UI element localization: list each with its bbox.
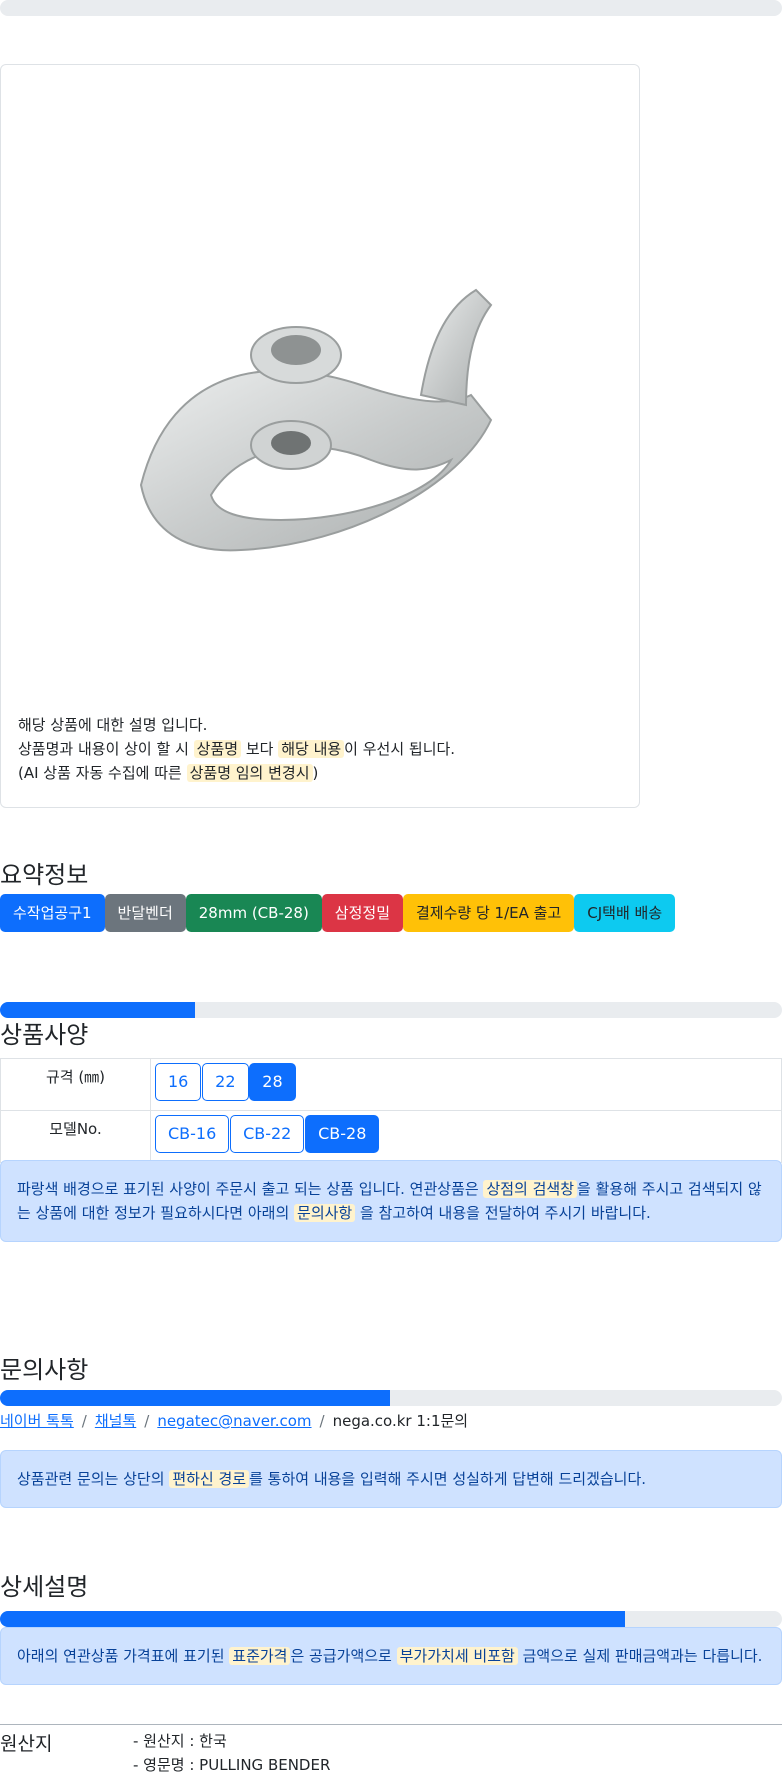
badge-size: 28mm (CB-28): [185, 894, 322, 932]
inquiry-progress-bar: [0, 1390, 782, 1406]
origin-label: 원산지: [0, 1733, 53, 1755]
separator: /: [144, 1412, 150, 1430]
badge-quantity: 결제수량 당 1/EA 출고: [403, 894, 575, 932]
text: (AI 상품 자동 수집에 따른: [18, 764, 187, 782]
detail-progress-bar: [0, 1611, 782, 1627]
option-28[interactable]: 28: [249, 1063, 296, 1101]
badge-type: 반달벤더: [104, 894, 186, 932]
option-16[interactable]: 16: [155, 1063, 202, 1101]
email-link[interactable]: negatec@naver.com: [157, 1412, 311, 1430]
highlight: 상점의 검색창: [483, 1180, 578, 1198]
spec-title: 상품사양: [0, 1021, 89, 1049]
badge-maker: 삼정정밀: [321, 894, 403, 932]
page: 해당 상품에 대한 설명 입니다. 상품명과 내용이 상이 할 시 상품명 보다…: [0, 0, 782, 1775]
highlight: 표준가격: [229, 1647, 291, 1665]
separator: /: [81, 1412, 87, 1430]
product-card: 해당 상품에 대한 설명 입니다. 상품명과 내용이 상이 할 시 상품명 보다…: [0, 64, 640, 808]
highlight: 상품명 임의 변경시: [186, 764, 313, 782]
summary-badges: 수작업공구1 반달벤더 28mm (CB-28) 삼정정밀 결제수량 당 1/E…: [0, 894, 676, 932]
progress-fill: [0, 1390, 390, 1406]
text: 이 우선시 됩니다.: [344, 740, 456, 758]
product-photo: [139, 288, 493, 552]
spec-options-size: 16 22 28: [150, 1058, 782, 1111]
spec-label-size: 규격 (㎜): [0, 1058, 151, 1111]
spec-progress-bar: [0, 1002, 782, 1018]
channel-talk-link[interactable]: 채널톡: [95, 1412, 136, 1430]
detail-title: 상세설명: [0, 1573, 89, 1601]
highlight: 해당 내용: [278, 740, 345, 758]
text: 파랑색 배경으로 표기된 사양이 주문시 출고 되는 상품 입니다. 연관상품은: [17, 1180, 484, 1198]
option-cb-28[interactable]: CB-28: [305, 1115, 380, 1153]
option-cb-16[interactable]: CB-16: [155, 1115, 230, 1153]
inquiry-title: 문의사항: [0, 1356, 89, 1384]
product-description: 해당 상품에 대한 설명 입니다. 상품명과 내용이 상이 할 시 상품명 보다…: [18, 713, 618, 785]
badge-shipping: CJ택배 배송: [574, 894, 676, 932]
text: 상품관련 문의는 상단의: [17, 1470, 170, 1488]
naver-talk-link[interactable]: 네이버 톡톡: [0, 1412, 74, 1430]
option-cb-22[interactable]: CB-22: [230, 1115, 305, 1153]
site-inquiry-text: nega.co.kr 1:1문의: [332, 1412, 469, 1430]
inquiry-links: 네이버 톡톡 / 채널톡 / negatec@naver.com / nega.co.kr …: [0, 1410, 468, 1431]
text: 아래의 연관상품 가격표에 표기된: [17, 1647, 230, 1665]
spec-options-model: CB-16 CB-22 CB-28: [150, 1110, 782, 1163]
table-row: 모델No. CB-16 CB-22 CB-28: [0, 1110, 782, 1163]
origin-english-name: - 영문명 : PULLING BENDER: [133, 1756, 331, 1774]
detail-notice: 아래의 연관상품 가격표에 표기된 표준가격 은 공급가액으로 부가가치세 비포함…: [0, 1627, 782, 1685]
text: 금액으로 실제 판매금액과는 다릅니다.: [517, 1647, 763, 1665]
text: 상품명과 내용이 상이 할 시: [18, 740, 194, 758]
text: 을 참고하여 내용을 전달하여 주시기 바랍니다.: [355, 1204, 651, 1222]
highlight: 문의사항: [294, 1204, 356, 1222]
separator: /: [319, 1412, 325, 1430]
summary-title: 요약정보: [0, 861, 89, 889]
text: ): [312, 764, 319, 782]
spec-notice: 파랑색 배경으로 표기된 사양이 주문시 출고 되는 상품 입니다. 연관상품은…: [0, 1160, 782, 1242]
table-row: 규격 (㎜) 16 22 28: [0, 1058, 782, 1111]
spec-table: 규격 (㎜) 16 22 28 모델No. CB-16 CB-22 CB-28: [0, 1058, 782, 1163]
highlight: 부가가치세 비포함: [396, 1647, 518, 1665]
highlight: 편하신 경로: [169, 1470, 250, 1488]
origin-list: - 원산지 : 한국 - 영문명 : PULLING BENDER: [133, 1729, 330, 1775]
description-line-2: 상품명과 내용이 상이 할 시 상품명 보다 해당 내용 이 우선시 됩니다.: [18, 737, 618, 761]
badge-category: 수작업공구1: [0, 894, 105, 932]
option-22[interactable]: 22: [202, 1063, 249, 1101]
description-line-3: (AI 상품 자동 수집에 따른 상품명 임의 변경시): [18, 761, 618, 785]
description-line-1: 해당 상품에 대한 설명 입니다.: [18, 716, 208, 734]
highlight: 상품명: [193, 740, 242, 758]
inquiry-notice: 상품관련 문의는 상단의 편하신 경로 를 통하여 내용을 입력해 주시면 성실하…: [0, 1450, 782, 1508]
origin-section: 원산지 - 원산지 : 한국 - 영문명 : PULLING BENDER: [0, 1724, 782, 1774]
text: 보다: [241, 740, 279, 758]
text: 은 공급가액으로: [290, 1647, 397, 1665]
spec-label-model: 모델No.: [0, 1110, 151, 1163]
top-progress-bar: [0, 0, 782, 16]
origin-country: - 원산지 : 한국: [133, 1732, 227, 1750]
text: 를 통하여 내용을 입력해 주시면 성실하게 답변해 드리겠습니다.: [249, 1470, 647, 1488]
progress-fill: [0, 1611, 625, 1627]
